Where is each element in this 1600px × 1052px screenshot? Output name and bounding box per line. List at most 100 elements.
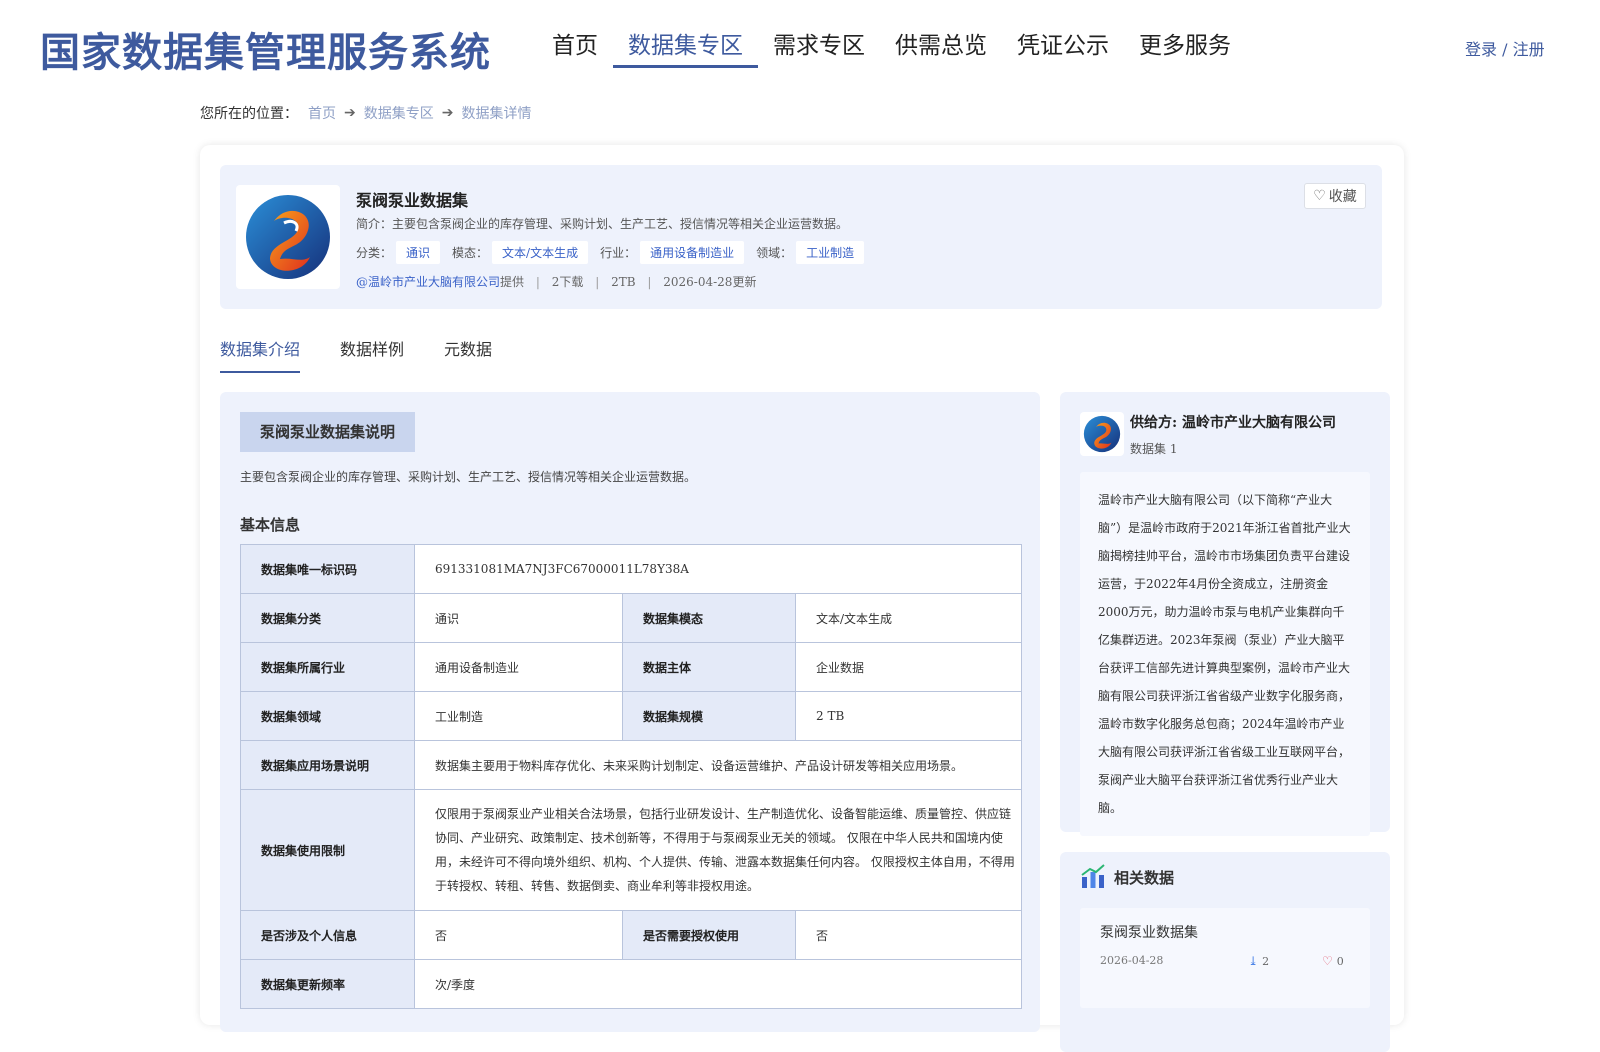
table-row: 数据集所属行业 通用设备制造业 数据主体 企业数据 <box>240 642 1022 692</box>
related-item-name[interactable]: 泵阀泵业数据集 <box>1100 922 1198 942</box>
provider-suffix: 提供 <box>500 275 525 289</box>
table-key: 是否需要授权使用 <box>622 910 796 960</box>
dataset-meta: @温岭市产业大脑有限公司提供 | 2下载 | 2TB | 2026-04-28更… <box>356 273 756 290</box>
bar-chart-icon <box>1081 864 1105 888</box>
provider-description: 温岭市产业大脑有限公司（以下简称“产业大脑”）是温岭市政府于2021年浙江省首批… <box>1080 472 1370 836</box>
provider-name[interactable]: 供给方: 温岭市产业大脑有限公司 <box>1130 412 1336 432</box>
table-key: 数据集所属行业 <box>240 642 415 692</box>
table-value: 企业数据 <box>795 642 1022 692</box>
table-value: 文本/文本生成 <box>795 593 1022 643</box>
meta-separator: | <box>595 275 600 289</box>
site-logo[interactable]: 国家数据集管理服务系统 <box>40 20 491 78</box>
tag-domain[interactable]: 工业制造 <box>796 241 865 264</box>
introduction-panel: 泵阀泵业数据集说明 主要包含泵阀企业的库存管理、采购计划、生产工艺、授信情况等相… <box>220 392 1040 1032</box>
dataset-logo-icon <box>246 195 330 279</box>
tag-modality[interactable]: 文本/文本生成 <box>492 241 589 264</box>
tag-industry[interactable]: 通用设备制造业 <box>640 241 745 264</box>
detail-tabs: 数据集介绍 数据样例 元数据 <box>220 339 532 373</box>
dataset-size: 2TB <box>611 275 636 289</box>
table-value: 次/季度 <box>414 959 1022 1009</box>
tag-label: 行业： <box>600 246 637 260</box>
related-item-downloads: ⤓ 2 <box>1248 954 1269 968</box>
tag-label: 领域： <box>756 246 793 260</box>
table-value: 数据集主要用于物料库存优化、未来采购计划制定、设备运营维护、产品设计研发等相关应… <box>414 740 1022 790</box>
nav-demands[interactable]: 需求专区 <box>758 26 880 68</box>
table-key: 数据集更新频率 <box>240 959 415 1009</box>
download-icon: ⤓ <box>1248 954 1259 968</box>
favorite-button[interactable]: ♡ 收藏 <box>1304 183 1366 209</box>
heart-outline-icon: ♡ <box>1322 954 1333 968</box>
table-value: 通识 <box>414 593 623 643</box>
section-title: 泵阀泵业数据集说明 <box>240 412 416 452</box>
related-header: 相关数据 <box>1080 864 1174 890</box>
arrow-right-icon: ➔ <box>441 105 454 121</box>
table-value: 691331081MA7NJ3FC67000011L78Y38A <box>414 544 1022 594</box>
basic-info-table: 数据集唯一标识码 691331081MA7NJ3FC67000011L78Y38… <box>240 544 1022 1009</box>
site-header: 国家数据集管理服务系统 首页 数据集专区 需求专区 供需总览 凭证公示 更多服务… <box>0 0 1600 90</box>
table-row: 数据集更新频率 次/季度 <box>240 959 1022 1009</box>
related-item[interactable]: 泵阀泵业数据集 2026-04-28 ⤓ 2 ♡ 0 <box>1080 908 1370 1008</box>
related-title: 相关数据 <box>1114 868 1175 887</box>
tab-introduction[interactable]: 数据集介绍 <box>220 339 301 373</box>
updated-date: 2026-04-28更新 <box>663 275 757 289</box>
download-count-value: 2 <box>1262 954 1270 968</box>
dataset-title: 泵阀泵业数据集 <box>356 191 469 210</box>
nav-home[interactable]: 首页 <box>537 26 613 68</box>
meta-separator: | <box>647 275 652 289</box>
nav-overview[interactable]: 供需总览 <box>880 26 1002 68</box>
table-value: 2 TB <box>795 691 1022 741</box>
basic-info-title: 基本信息 <box>240 516 301 534</box>
table-key: 数据集唯一标识码 <box>240 544 415 594</box>
tab-metadata[interactable]: 元数据 <box>444 339 492 373</box>
table-key: 数据集规模 <box>622 691 796 741</box>
provider-card: 供给方: 温岭市产业大脑有限公司 数据集 1 温岭市产业大脑有限公司（以下简称“… <box>1060 392 1390 836</box>
table-row: 数据集唯一标识码 691331081MA7NJ3FC67000011L78Y38… <box>240 544 1022 594</box>
arrow-right-icon: ➔ <box>344 105 356 121</box>
provider-logo-icon <box>1083 415 1121 453</box>
heart-outline-icon: ♡ <box>1313 188 1326 204</box>
breadcrumb-current: 数据集详情 <box>461 106 532 122</box>
download-count: 2下载 <box>551 275 584 289</box>
dataset-brief: 简介：主要包含泵阀企业的库存管理、采购计划、生产工艺、授信情况等相关企业运营数据… <box>356 217 849 231</box>
tag-label: 分类： <box>356 246 393 260</box>
related-data-card: 相关数据 泵阀泵业数据集 2026-04-28 ⤓ 2 ♡ 0 <box>1060 852 1390 1052</box>
table-key: 数据集应用场景说明 <box>240 740 415 790</box>
table-key: 数据集分类 <box>240 593 415 643</box>
dataset-summary: 泵阀泵业数据集 简介：主要包含泵阀企业的库存管理、采购计划、生产工艺、授信情况等… <box>220 165 1382 309</box>
meta-separator: | <box>535 275 540 289</box>
tag-category[interactable]: 通识 <box>396 241 441 264</box>
table-row: 数据集领域 工业制造 数据集规模 2 TB <box>240 691 1022 741</box>
tag-label: 模态： <box>452 246 489 260</box>
table-key: 数据集领域 <box>240 691 415 741</box>
table-row: 数据集应用场景说明 数据集主要用于物料库存优化、未来采购计划制定、设备运营维护、… <box>240 740 1022 790</box>
table-row: 数据集使用限制 仅限用于泵阀泵业产业相关合法场景，包括行业研发设计、生产制造优化… <box>240 789 1022 911</box>
table-key: 数据主体 <box>622 642 796 692</box>
related-item-date: 2026-04-28 <box>1100 954 1164 967</box>
provider-avatar[interactable] <box>1080 412 1124 456</box>
related-item-favorites: ♡ 0 <box>1322 954 1344 968</box>
nav-more-services[interactable]: 更多服务 <box>1124 26 1246 68</box>
breadcrumb-datasets[interactable]: 数据集专区 <box>364 103 434 123</box>
login-register-link[interactable]: 登录 / 注册 <box>1465 36 1545 60</box>
provider-link[interactable]: @温岭市产业大脑有限公司 <box>356 275 500 289</box>
tab-samples[interactable]: 数据样例 <box>340 339 404 373</box>
table-key: 是否涉及个人信息 <box>240 910 415 960</box>
table-row: 数据集分类 通识 数据集模态 文本/文本生成 <box>240 593 1022 643</box>
provider-dataset-count: 数据集 1 <box>1130 442 1178 456</box>
table-value: 工业制造 <box>414 691 623 741</box>
table-value: 仅限用于泵阀泵业产业相关合法场景，包括行业研发设计、生产制造优化、设备智能运维、… <box>414 789 1022 911</box>
breadcrumb-home[interactable]: 首页 <box>308 103 336 123</box>
table-key: 数据集模态 <box>622 593 796 643</box>
table-row: 是否涉及个人信息 否 是否需要授权使用 否 <box>240 910 1022 960</box>
nav-certificates[interactable]: 凭证公示 <box>1002 26 1124 68</box>
main-nav: 首页 数据集专区 需求专区 供需总览 凭证公示 更多服务 <box>537 26 1246 68</box>
breadcrumb-prefix: 您所在的位置： <box>200 106 298 122</box>
table-value: 否 <box>414 910 623 960</box>
dataset-detail-card: 泵阀泵业数据集 简介：主要包含泵阀企业的库存管理、采购计划、生产工艺、授信情况等… <box>200 145 1404 1052</box>
dataset-tags: 分类： 通识 模态： 文本/文本生成 行业： 通用设备制造业 领域： 工业制造 <box>356 241 876 264</box>
favorite-label: 收藏 <box>1328 189 1357 205</box>
nav-datasets[interactable]: 数据集专区 <box>613 26 758 68</box>
dataset-logo <box>236 185 340 289</box>
breadcrumb: 您所在的位置： 首页 ➔ 数据集专区 ➔ 数据集详情 <box>200 103 531 123</box>
dataset-description: 主要包含泵阀企业的库存管理、采购计划、生产工艺、授信情况等相关企业运营数据。 <box>240 470 697 484</box>
